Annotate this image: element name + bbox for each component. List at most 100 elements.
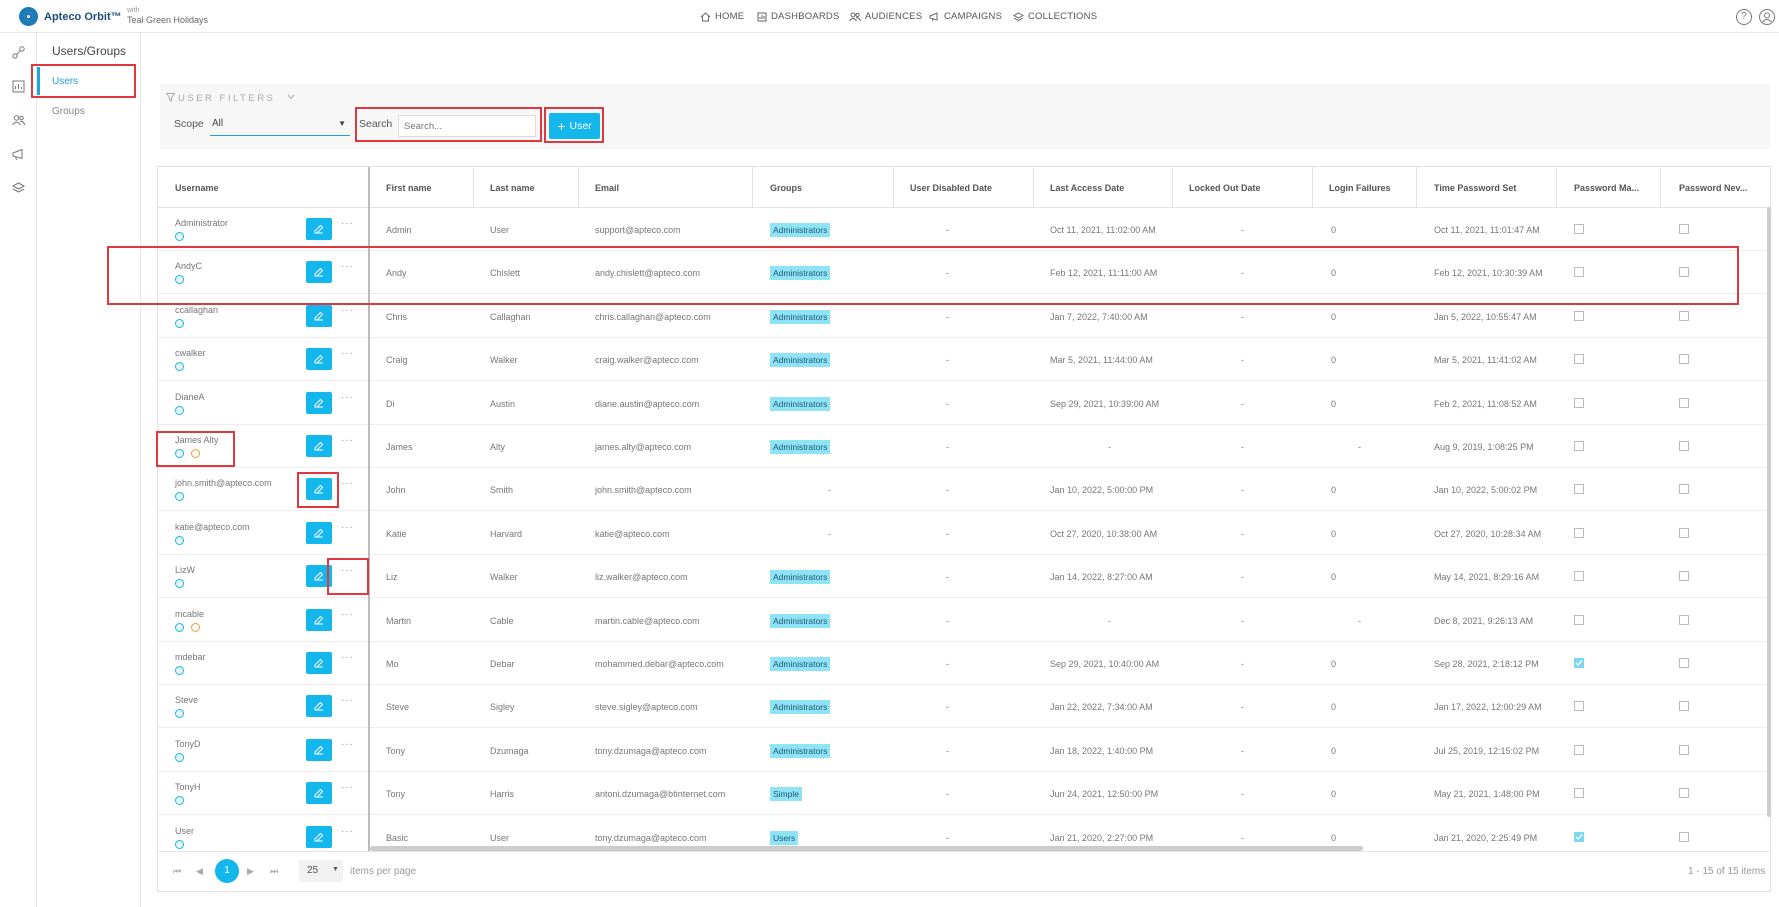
password-must-change-checkbox[interactable] [1574,831,1584,842]
password-must-change-checkbox[interactable] [1574,484,1584,495]
table-row[interactable]: cwalker ··· Craig Walker craig.walker@apteco… [158,338,1770,382]
col-username[interactable]: Username [175,183,219,193]
brand-name[interactable]: Apteco Orbit™ [44,11,122,23]
connections-icon[interactable] [11,45,26,60]
edit-user-button[interactable] [306,348,332,371]
add-user-button[interactable]: + User [549,113,600,139]
col-time-password-set[interactable]: Time Password Set [1434,183,1516,193]
edit-user-button[interactable] [306,261,332,284]
password-never-expires-checkbox[interactable] [1679,701,1689,712]
password-must-change-checkbox[interactable] [1574,267,1584,278]
table-row[interactable]: Administrator ··· Admin User support@apteco.… [158,208,1770,251]
last-page-button[interactable]: ⏭ [270,866,278,877]
vertical-scrollbar[interactable] [1767,207,1771,817]
megaphone-icon[interactable] [11,147,26,162]
more-options-button[interactable]: ··· [341,305,354,316]
filter-icon[interactable] [166,93,175,102]
col-locked-out-date[interactable]: Locked Out Date [1189,183,1261,193]
password-must-change-checkbox[interactable] [1574,571,1584,582]
password-never-expires-checkbox[interactable] [1679,397,1689,408]
table-row[interactable]: mdebar ··· Mo Debar mohammed.debar@apteco.co… [158,642,1770,685]
nav-dashboards[interactable]: DASHBOARDS [757,11,840,22]
table-row[interactable]: TonyH ··· Tony Harris antoni.dzumaga@btinter… [158,772,1770,816]
password-never-expires-checkbox[interactable] [1679,571,1689,582]
more-options-button[interactable]: ··· [341,826,354,837]
page-size-select[interactable]: 25 ▼ [299,860,343,882]
edit-user-button[interactable] [306,608,332,631]
table-row[interactable]: katie@apteco.com ··· Katie Harvard katie@apt… [158,512,1770,555]
more-options-button[interactable]: ··· [341,522,354,533]
col-groups[interactable]: Groups [770,183,802,193]
user-profile-icon[interactable] [1759,9,1775,25]
reports-icon[interactable] [11,79,26,94]
col-user-disabled-date[interactable]: User Disabled Date [910,183,992,193]
help-icon[interactable]: ? [1736,9,1752,25]
password-never-expires-checkbox[interactable] [1679,354,1689,365]
nav-campaigns[interactable]: CAMPAIGNS [929,11,1002,22]
password-never-expires-checkbox[interactable] [1679,614,1689,625]
current-page-button[interactable]: 1 [215,859,239,883]
scope-select[interactable]: All ▼ [210,117,350,136]
password-must-change-checkbox[interactable] [1574,527,1584,538]
col-login-failures[interactable]: Login Failures [1329,183,1391,193]
password-must-change-checkbox[interactable] [1574,658,1584,668]
table-row[interactable]: Steve ··· Steve Sigley steve.sigley@apteco.c… [158,685,1770,729]
edit-user-button[interactable] [306,695,332,718]
password-never-expires-checkbox[interactable] [1679,310,1689,321]
password-never-expires-checkbox[interactable] [1679,267,1689,278]
edit-user-button[interactable] [306,825,332,848]
password-never-expires-checkbox[interactable] [1679,527,1689,538]
more-options-button[interactable]: ··· [341,478,354,489]
more-options-button[interactable]: ··· [341,739,354,750]
edit-user-button[interactable] [306,435,332,457]
table-row[interactable]: James Alty ··· James Alty james.alty@apteco.… [158,425,1770,468]
edit-user-button[interactable] [306,218,332,240]
more-options-button[interactable]: ··· [341,565,354,576]
layers-icon[interactable] [11,181,26,196]
password-must-change-checkbox[interactable] [1574,701,1584,712]
password-never-expires-checkbox[interactable] [1679,441,1689,451]
password-never-expires-checkbox[interactable] [1679,744,1689,755]
more-options-button[interactable]: ··· [341,218,354,229]
edit-user-button[interactable] [306,782,332,805]
edit-user-button[interactable] [306,391,332,414]
more-options-button[interactable]: ··· [341,782,354,793]
prev-page-button[interactable]: ◀ [196,866,203,877]
more-options-button[interactable]: ··· [341,435,354,446]
more-options-button[interactable]: ··· [341,392,354,403]
col-last-access-date[interactable]: Last Access Date [1050,183,1124,193]
password-never-expires-checkbox[interactable] [1679,788,1689,799]
password-never-expires-checkbox[interactable] [1679,658,1689,668]
table-row[interactable]: DianeA ··· Di Austin diane.austin@apteco.com… [158,382,1770,425]
nav-home[interactable]: HOME [700,11,744,22]
more-options-button[interactable]: ··· [341,348,354,359]
password-never-expires-checkbox[interactable] [1679,831,1689,842]
password-must-change-checkbox[interactable] [1574,614,1584,625]
horizontal-scrollbar[interactable] [370,846,1363,851]
edit-user-button[interactable] [306,304,332,327]
edit-user-button[interactable] [306,478,332,501]
col-last-name[interactable]: Last name [490,183,535,193]
people-icon[interactable] [11,113,26,128]
table-row[interactable]: LizW ··· Liz Walker liz.walker@apteco.com Adm… [158,555,1770,599]
tab-groups[interactable]: Groups [52,106,85,117]
password-must-change-checkbox[interactable] [1574,744,1584,755]
password-must-change-checkbox[interactable] [1574,397,1584,408]
table-row[interactable]: mcable ··· Martin Cable martin.cable@apteco.… [158,599,1770,642]
password-must-change-checkbox[interactable] [1574,788,1584,799]
password-must-change-checkbox[interactable] [1574,354,1584,365]
next-page-button[interactable]: ▶ [247,866,254,877]
more-options-button[interactable]: ··· [341,652,354,663]
col-first-name[interactable]: First name [386,183,432,193]
tab-users[interactable]: Users [52,76,78,87]
table-row[interactable]: AndyC ··· Andy Chislett andy.chislett@apteco… [158,251,1770,295]
chevron-down-icon[interactable] [287,94,295,100]
table-row[interactable]: john.smith@apteco.com ··· John Smith john.sm… [158,468,1770,512]
col-password-must-change[interactable]: Password Ma... [1574,183,1639,193]
password-never-expires-checkbox[interactable] [1679,224,1689,234]
password-must-change-checkbox[interactable] [1574,224,1584,234]
col-password-never-expires[interactable]: Password Nev... [1679,183,1747,193]
nav-collections[interactable]: COLLECTIONS [1013,11,1097,22]
edit-user-button[interactable] [306,565,332,588]
first-page-button[interactable]: ⏮ [173,866,181,877]
